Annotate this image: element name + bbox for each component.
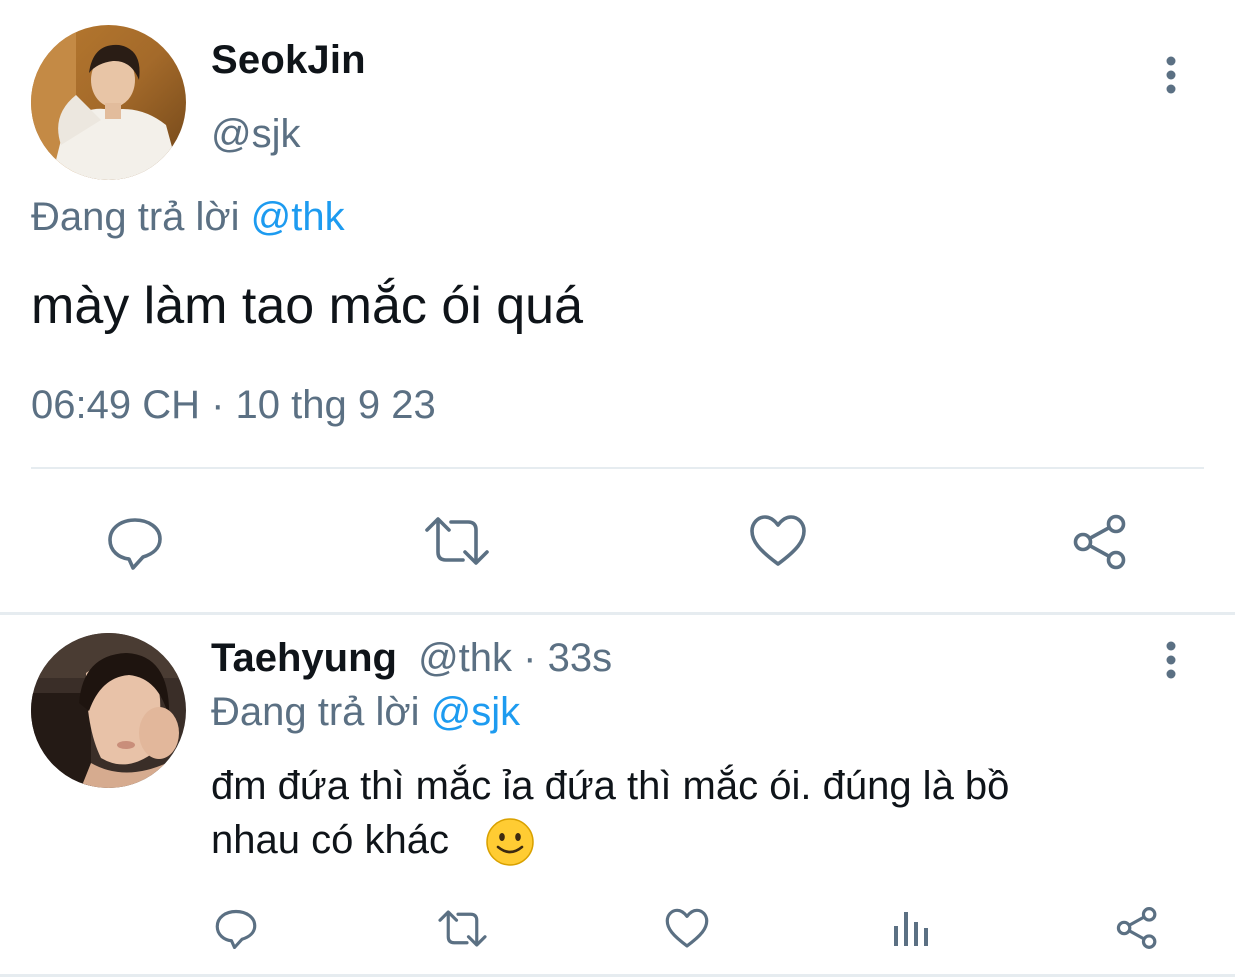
more-vertical-icon[interactable] — [1158, 640, 1184, 680]
tweet-text: mày làm tao mắc ói quá — [31, 277, 584, 335]
smile-emoji-icon — [485, 817, 535, 867]
reply-icon[interactable] — [107, 514, 163, 570]
like-icon[interactable] — [665, 908, 709, 949]
share-icon[interactable] — [1070, 513, 1130, 571]
replying-to-line: Đang trả lời @sjk — [211, 690, 520, 735]
like-icon[interactable] — [749, 514, 807, 568]
display-name[interactable]: Taehyung — [211, 636, 397, 680]
tweet-text-line-2: nhau có khác — [211, 818, 449, 863]
replying-to-handle[interactable]: @sjk — [431, 690, 521, 734]
avatar-seokjin[interactable] — [31, 25, 186, 180]
tweet-separator — [0, 612, 1235, 615]
replying-to-line: Đang trả lời @thk — [31, 195, 345, 240]
retweet-icon[interactable] — [423, 514, 491, 568]
reply-header: Taehyung @thk · 33s — [211, 636, 612, 681]
replying-prefix: Đang trả lời — [211, 690, 420, 734]
share-icon[interactable] — [1114, 906, 1160, 950]
reply-icon[interactable] — [215, 907, 257, 949]
divider — [31, 467, 1204, 469]
bottom-divider — [0, 974, 1235, 977]
display-name[interactable]: SeokJin — [211, 38, 366, 83]
handle-and-time[interactable]: @thk · 33s — [418, 636, 612, 680]
replying-prefix: Đang trả lời — [31, 195, 240, 239]
tweet-text-line-1: đm đứa thì mắc ỉa đứa thì mắc ói. đúng l… — [211, 764, 1010, 808]
tweet-timestamp[interactable]: 06:49 CH · 10 thg 9 23 — [31, 383, 436, 428]
analytics-icon[interactable] — [892, 908, 932, 948]
tweet-text-line-2-text: nhau có khác — [211, 818, 449, 862]
retweet-icon[interactable] — [437, 908, 488, 949]
user-handle[interactable]: @sjk — [211, 112, 301, 157]
avatar-taehyung[interactable] — [31, 633, 186, 788]
more-vertical-icon[interactable] — [1158, 55, 1184, 95]
replying-to-handle[interactable]: @thk — [251, 195, 345, 239]
